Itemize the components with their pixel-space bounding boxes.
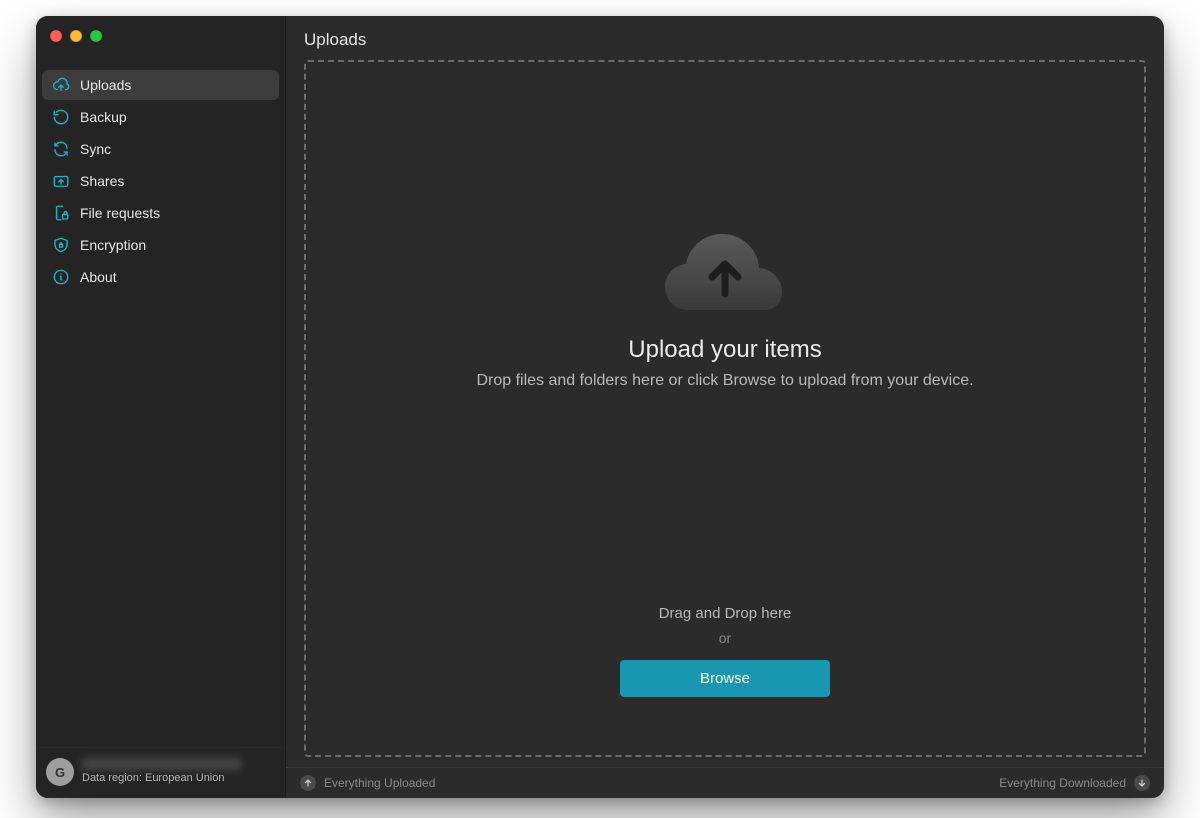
upload-status-text: Everything Uploaded (324, 776, 435, 790)
download-status-icon (1134, 775, 1150, 791)
sidebar-nav: Uploads Backup Sync (36, 52, 285, 294)
sidebar-item-label: Backup (80, 109, 127, 125)
page-title: Uploads (286, 16, 1164, 60)
sync-icon (52, 140, 70, 158)
window-zoom-button[interactable] (90, 30, 102, 42)
sidebar-item-uploads[interactable]: Uploads (42, 70, 279, 100)
app-window: Uploads Backup Sync (36, 16, 1164, 798)
sidebar-item-label: Shares (80, 173, 124, 189)
window-close-button[interactable] (50, 30, 62, 42)
history-icon (52, 108, 70, 126)
sidebar: Uploads Backup Sync (36, 16, 286, 798)
sidebar-item-label: About (80, 269, 117, 285)
file-lock-icon (52, 204, 70, 222)
sidebar-item-backup[interactable]: Backup (42, 102, 279, 132)
sidebar-item-label: File requests (80, 205, 160, 221)
sidebar-item-about[interactable]: About (42, 262, 279, 292)
download-status-text: Everything Downloaded (999, 776, 1126, 790)
dropzone-subtitle: Drop files and folders here or click Bro… (476, 372, 973, 390)
window-minimize-button[interactable] (70, 30, 82, 42)
sidebar-footer: G Data region: European Union (36, 747, 285, 798)
sidebar-item-label: Uploads (80, 77, 131, 93)
user-block: Data region: European Union (82, 758, 242, 785)
or-label: or (719, 630, 731, 646)
upload-dropzone[interactable]: Upload your items Drop files and folders… (304, 60, 1146, 757)
sidebar-item-encryption[interactable]: Encryption (42, 230, 279, 260)
sidebar-item-shares[interactable]: Shares (42, 166, 279, 196)
sidebar-item-label: Sync (80, 141, 111, 157)
upload-status-icon (300, 775, 316, 791)
sidebar-item-label: Encryption (80, 237, 146, 253)
dropzone-title: Upload your items (628, 336, 821, 364)
sidebar-item-sync[interactable]: Sync (42, 134, 279, 164)
cloud-upload-large-icon (655, 212, 795, 322)
main-content: Uploads (286, 16, 1164, 798)
cloud-upload-icon (52, 76, 70, 94)
info-icon (52, 268, 70, 286)
browse-button[interactable]: Browse (620, 660, 830, 697)
share-folder-icon (52, 172, 70, 190)
user-email-redacted (82, 758, 242, 770)
shield-lock-icon (52, 236, 70, 254)
window-controls (36, 16, 285, 52)
dropzone-hero: Upload your items Drop files and folders… (446, 212, 1003, 390)
drag-drop-hint: Drag and Drop here (659, 605, 792, 622)
status-bar: Everything Uploaded Everything Downloade… (286, 767, 1164, 798)
main-body: Upload your items Drop files and folders… (286, 60, 1164, 767)
sidebar-item-file-requests[interactable]: File requests (42, 198, 279, 228)
data-region-label: Data region: European Union (82, 772, 242, 785)
avatar[interactable]: G (46, 758, 74, 786)
dropzone-actions: Drag and Drop here or Browse (620, 605, 830, 697)
